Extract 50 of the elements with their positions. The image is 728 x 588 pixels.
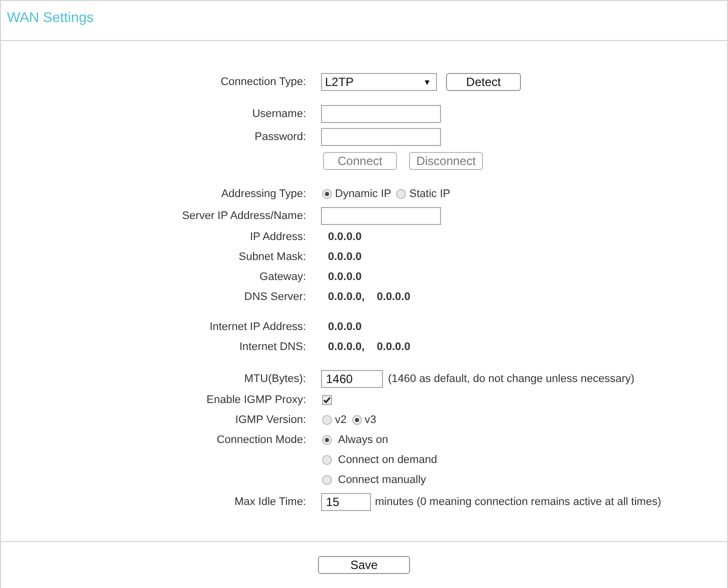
option-label: Always on (338, 434, 388, 446)
field-label: DNS Server: (243, 291, 306, 303)
field-label: Internet IP Address: (208, 321, 306, 333)
field-label: Enable IGMP Proxy: (206, 394, 306, 406)
field-label: IGMP Version: (234, 414, 306, 426)
field-label: Addressing Type: (220, 188, 306, 200)
info-value: 0.0.0.0 (328, 251, 362, 263)
radio-button[interactable] (322, 475, 332, 485)
page-title: WAN Settings (7, 9, 94, 25)
field-label: Username: (251, 108, 306, 120)
field-label: Max Idle Time: (233, 496, 306, 508)
radio-button[interactable] (396, 189, 406, 199)
field-label: Password: (254, 130, 306, 142)
radio-button[interactable] (322, 435, 332, 445)
radio-button[interactable] (322, 415, 332, 425)
info-value: 0.0.0.0 (376, 341, 410, 353)
input-field[interactable] (321, 206, 441, 224)
option-label: v3 (364, 414, 376, 426)
checkbox[interactable] (322, 395, 332, 405)
connection-type-dropdown[interactable]: L2TP ▼ (321, 73, 437, 91)
field-label: MTU(Bytes): (243, 372, 306, 384)
option-label: Dynamic IP (335, 188, 392, 200)
info-value: 0.0.0.0 (376, 291, 410, 303)
info-value: 0.0.0.0 (328, 271, 362, 283)
radio-button[interactable] (322, 455, 332, 465)
field-label: IP Address: (248, 231, 306, 243)
hint-text: minutes (0 meaning connection remains active at all times) (375, 496, 662, 508)
option-label: Connect on demand (338, 454, 438, 466)
input-field[interactable]: 15 (321, 492, 371, 510)
radio-button[interactable] (322, 189, 332, 199)
field-label: Gateway: (258, 271, 306, 283)
info-value: 0.0.0.0, (328, 341, 365, 353)
info-value: 0.0.0.0, (328, 291, 365, 303)
input-field[interactable]: 1460 (321, 370, 383, 388)
field-label: Connection Type: (220, 76, 306, 88)
field-label: Subnet Mask: (238, 251, 306, 263)
option-label: Connect manually (338, 474, 426, 486)
option-label: v2 (335, 414, 347, 426)
detect-button[interactable]: Detect (446, 73, 521, 91)
hint-text: (1460 as default, do not change unless necessary) (388, 372, 634, 384)
info-value: 0.0.0.0 (328, 231, 362, 243)
field-label: Internet DNS: (238, 341, 306, 353)
info-value: 0.0.0.0 (328, 321, 362, 333)
input-field[interactable] (321, 104, 441, 122)
input-field[interactable] (321, 128, 441, 146)
field-label: Connection Mode: (216, 434, 306, 446)
field-label: Server IP Address/Name: (181, 210, 306, 222)
radio-button[interactable] (352, 415, 362, 425)
save-button[interactable]: Save (318, 556, 410, 574)
option-label: Static IP (409, 188, 450, 200)
